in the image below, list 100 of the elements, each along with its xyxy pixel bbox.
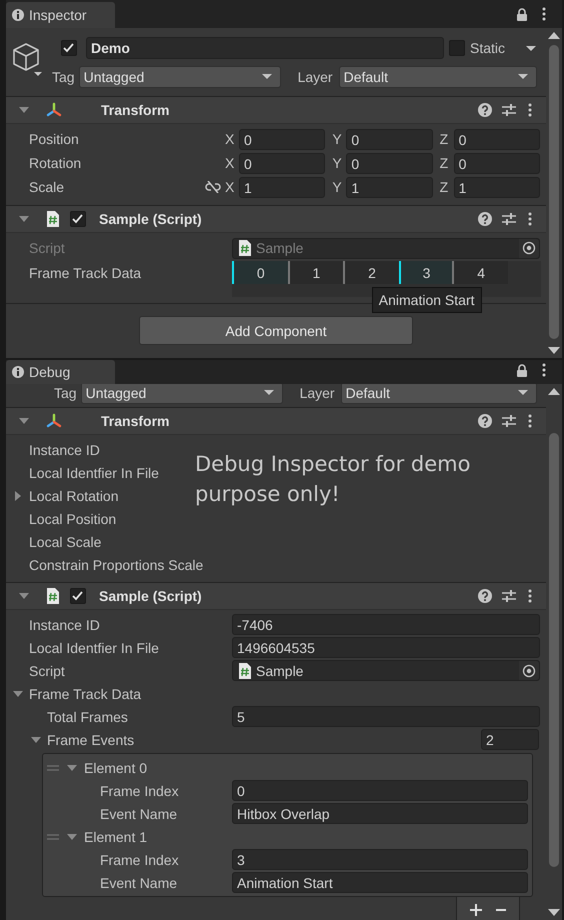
name-field[interactable]: Demo xyxy=(86,37,444,59)
number-field[interactable]: 0 xyxy=(239,128,326,150)
info-icon xyxy=(12,366,24,378)
checkbox[interactable] xyxy=(449,40,465,56)
component-header[interactable]: Transform xyxy=(6,408,546,435)
sliders-icon[interactable] xyxy=(502,589,516,603)
axis-label: Y xyxy=(332,179,343,195)
component-title: Transform xyxy=(101,413,170,429)
text-field[interactable]: 5 xyxy=(232,706,540,727)
number-field[interactable]: 0 xyxy=(346,128,433,150)
menu-icon[interactable] xyxy=(528,103,532,117)
text-field[interactable]: 3 xyxy=(232,849,528,870)
component-header[interactable]: Transform xyxy=(6,97,546,124)
cube-icon[interactable] xyxy=(12,42,44,76)
caret-icon[interactable] xyxy=(526,46,536,50)
sliders-icon[interactable] xyxy=(502,103,516,117)
menu-icon[interactable] xyxy=(528,212,532,226)
field-label: Event Name xyxy=(100,874,178,890)
text-field[interactable]: Animation Start xyxy=(232,872,528,893)
checkbox[interactable] xyxy=(70,588,86,604)
layer-dropdown[interactable]: Default xyxy=(338,66,537,88)
menu-icon[interactable] xyxy=(542,363,546,377)
layer-dropdown[interactable]: Default xyxy=(340,384,537,404)
tag-label: Tag xyxy=(54,384,77,400)
field-label: Local Identfier In File xyxy=(29,640,159,656)
help-icon[interactable] xyxy=(478,414,492,428)
number-field[interactable]: 1 xyxy=(239,176,326,198)
scroll-up-icon[interactable] xyxy=(548,32,560,39)
help-icon[interactable] xyxy=(478,103,492,117)
script-icon xyxy=(237,662,253,680)
field-label: Script xyxy=(29,662,65,678)
text-field[interactable]: 1496604535 xyxy=(232,637,540,658)
number-field[interactable]: 0 xyxy=(454,128,540,150)
plus-icon[interactable] xyxy=(470,904,482,916)
scroll-up-icon[interactable] xyxy=(548,388,560,395)
frame-cell[interactable]: 0 xyxy=(232,261,288,284)
number-field[interactable]: 0 xyxy=(454,152,540,174)
component-title: Sample (Script) xyxy=(99,211,202,227)
field-label: Scale xyxy=(29,179,64,195)
text-field[interactable]: Hitbox Overlap xyxy=(232,803,528,824)
scroll-down-icon[interactable] xyxy=(548,909,560,916)
menu-icon[interactable] xyxy=(542,7,546,21)
field-label: Position xyxy=(29,131,79,147)
script-icon xyxy=(45,587,61,605)
axes-icon xyxy=(45,102,63,118)
object-picker-button[interactable] xyxy=(519,661,539,680)
script-icon xyxy=(237,239,253,257)
lock-icon[interactable] xyxy=(516,364,528,376)
panel-tab[interactable]: Debug xyxy=(6,360,115,384)
size-field[interactable]: 2 xyxy=(481,729,539,750)
frame-cell[interactable]: 4 xyxy=(452,261,508,284)
menu-icon[interactable] xyxy=(528,589,532,603)
panel-tab[interactable]: Inspector xyxy=(6,2,115,28)
field-label: Total Frames xyxy=(47,708,128,724)
axis-label: X xyxy=(225,155,236,171)
lock-icon[interactable] xyxy=(516,8,528,20)
sliders-icon[interactable] xyxy=(502,414,516,428)
field-label: Rotation xyxy=(29,155,82,171)
axis-label: Z xyxy=(440,179,450,195)
scroll-down-icon[interactable] xyxy=(548,347,560,354)
script-icon xyxy=(45,210,61,228)
drag-handle-icon[interactable] xyxy=(47,764,59,770)
unlink-icon[interactable] xyxy=(205,181,221,193)
tag-label: Tag xyxy=(52,68,75,84)
component-header[interactable]: Sample (Script) xyxy=(6,206,546,233)
number-field[interactable]: 0 xyxy=(239,152,326,174)
caret-icon xyxy=(518,390,528,395)
component-header[interactable]: Sample (Script) xyxy=(6,583,546,610)
axis-label: X xyxy=(225,131,236,147)
drag-handle-icon[interactable] xyxy=(47,834,59,840)
tag-dropdown[interactable]: Untagged xyxy=(78,66,281,88)
number-field[interactable]: 0 xyxy=(346,152,433,174)
layer-label: Layer xyxy=(300,384,335,400)
component-title: Sample (Script) xyxy=(99,588,202,604)
tag-dropdown[interactable]: Untagged xyxy=(80,384,283,404)
field-label: Frame Track Data xyxy=(29,686,142,702)
field-label: Script xyxy=(29,240,65,256)
frame-cell[interactable]: 1 xyxy=(288,261,344,284)
frame-cell[interactable]: 3 xyxy=(398,261,452,284)
help-icon[interactable] xyxy=(478,212,492,226)
text-field[interactable]: -7406 xyxy=(232,614,540,635)
checkbox[interactable] xyxy=(70,211,86,227)
field-label: Event Name xyxy=(100,806,178,822)
menu-icon[interactable] xyxy=(528,414,532,428)
scrollbar-thumb[interactable] xyxy=(549,433,559,867)
field-label: Local Scale xyxy=(29,534,102,550)
frame-cell[interactable]: 2 xyxy=(343,261,399,284)
text-field[interactable]: 0 xyxy=(232,780,528,801)
axis-label: Z xyxy=(440,131,450,147)
scrollbar-thumb[interactable] xyxy=(549,45,559,339)
caret-icon xyxy=(264,390,274,395)
number-field[interactable]: 1 xyxy=(346,176,433,198)
number-field[interactable]: 1 xyxy=(454,176,540,198)
add-component-button[interactable]: Add Component xyxy=(139,316,413,345)
help-icon[interactable] xyxy=(478,589,492,603)
object-field[interactable]: Sample xyxy=(232,660,540,681)
checkbox[interactable] xyxy=(61,40,77,56)
sliders-icon[interactable] xyxy=(502,212,516,226)
static-label: Static xyxy=(470,40,506,56)
caret-icon xyxy=(518,74,528,79)
